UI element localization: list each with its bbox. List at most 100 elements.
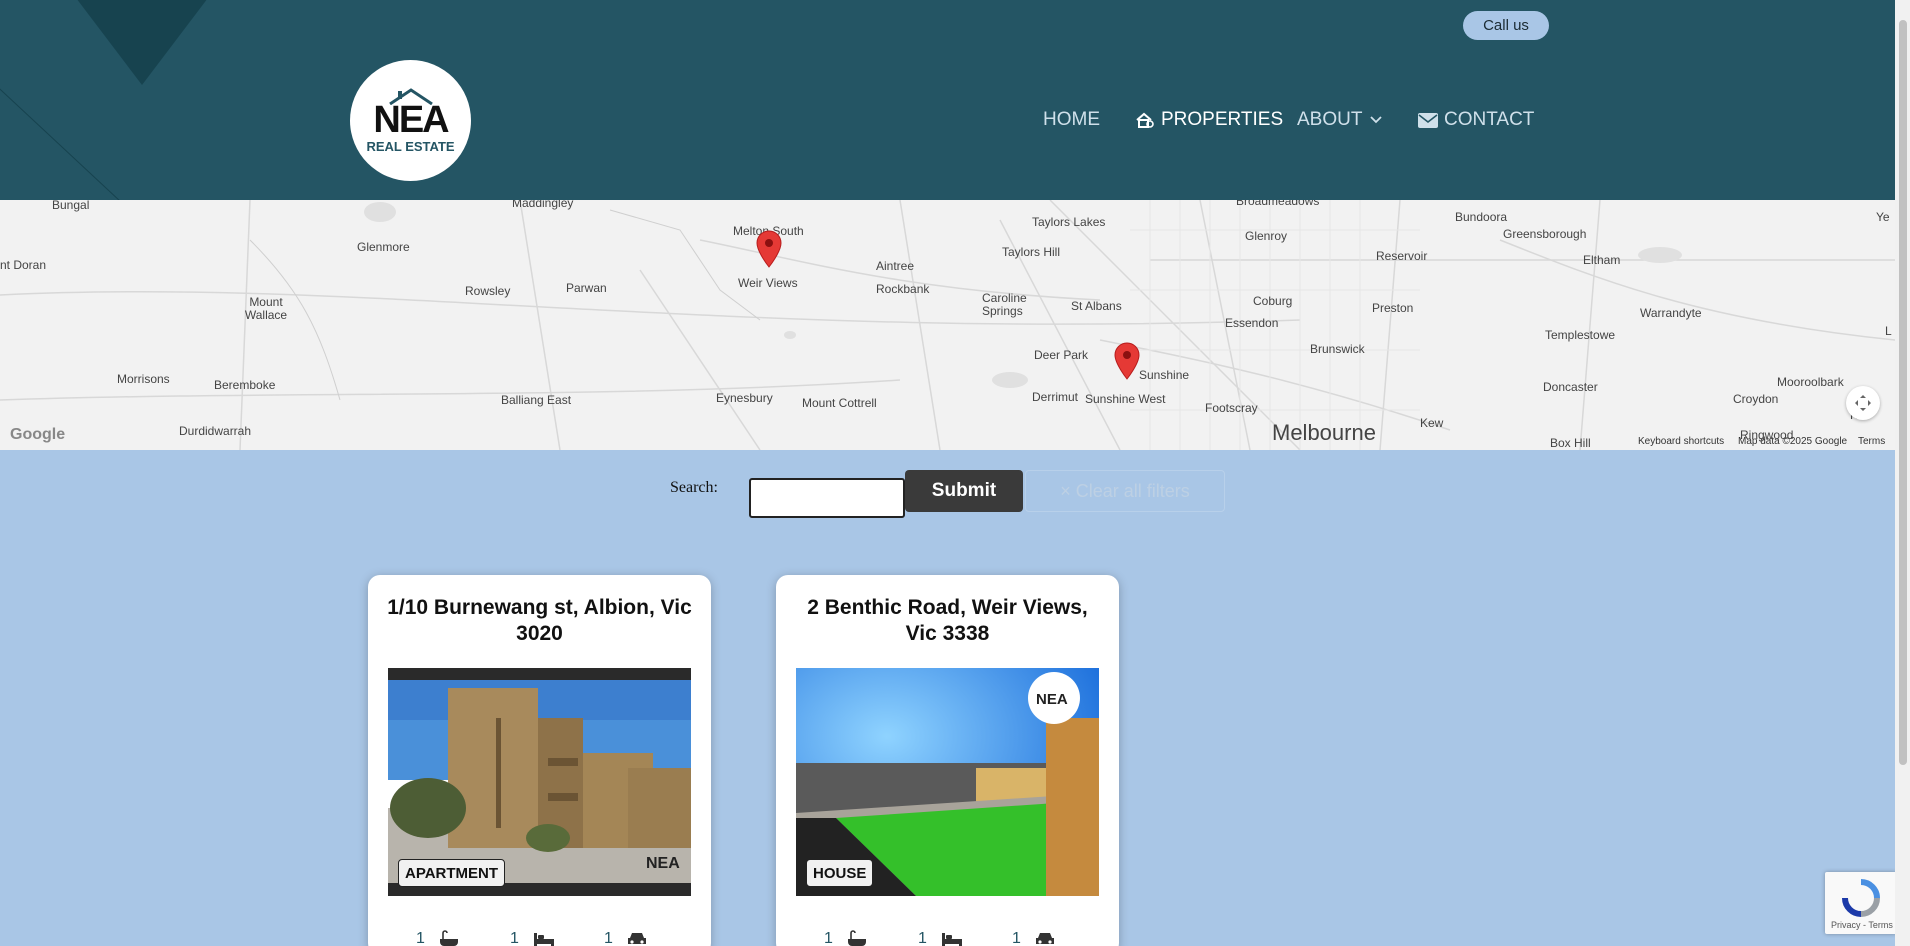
decorative-triangle — [70, 0, 214, 85]
nav-contact[interactable]: CONTACT — [1418, 108, 1534, 132]
fullscreen-button[interactable] — [1846, 386, 1880, 420]
map-pin-icon[interactable] — [1114, 342, 1140, 380]
place-label: Derrimut — [1032, 390, 1079, 404]
house-search-icon — [1136, 112, 1154, 128]
bedrooms-count: 1 — [918, 930, 927, 946]
place-label: Doncaster — [1543, 380, 1598, 394]
search-input[interactable] — [749, 478, 905, 518]
place-label: Eynesbury — [716, 391, 773, 405]
nav-about[interactable]: ABOUT — [1297, 108, 1383, 132]
place-label: Broadmeadows — [1236, 200, 1320, 208]
place-label: Mount Cottrell — [802, 396, 877, 410]
place-label: Mount Wallace — [244, 295, 288, 322]
nav-contact-label: CONTACT — [1444, 109, 1535, 130]
place-label: Ye — [1876, 210, 1890, 224]
map-keyboard-shortcuts-link[interactable]: Keyboard shortcuts — [1638, 436, 1724, 447]
bathrooms-stat: 1 — [824, 930, 867, 946]
map-data-attribution: Map data ©2025 Google — [1738, 436, 1848, 447]
property-card[interactable]: 1/10 Burnewang st, Albion, Vic 3020 NEA … — [368, 575, 711, 946]
site-logo[interactable]: NEA REAL ESTATE — [350, 60, 471, 181]
parking-count: 1 — [1012, 930, 1021, 946]
place-label: Weir Views — [738, 276, 798, 290]
place-label: Essendon — [1225, 316, 1279, 330]
property-title[interactable]: 1/10 Burnewang st, Albion, Vic 3020 — [386, 595, 693, 647]
parking-stat: 1 — [604, 930, 647, 946]
place-label: Glenroy — [1245, 229, 1288, 243]
fullscreen-icon — [1855, 395, 1871, 411]
place-label: Parwan — [566, 281, 607, 295]
bed-icon — [533, 933, 554, 946]
svg-text:NEA: NEA — [646, 855, 680, 872]
bedrooms-stat: 1 — [510, 930, 555, 946]
place-label: Greensborough — [1503, 227, 1587, 241]
call-us-button[interactable]: Call us — [1463, 11, 1549, 40]
property-card[interactable]: 2 Benthic Road, Weir Views, Vic 3338 NEA… — [776, 575, 1119, 946]
place-label: Morrisons — [117, 372, 170, 386]
place-label: Mooroolbark — [1777, 375, 1844, 389]
bathrooms-stat: 1 — [416, 930, 459, 946]
recaptcha-links[interactable]: Privacy - Terms — [1831, 920, 1893, 930]
place-label: Bungal — [52, 200, 90, 212]
property-photo[interactable]: NEA APARTMENT — [388, 668, 691, 896]
place-label: Reservoir — [1376, 249, 1428, 263]
place-label: St Albans — [1071, 299, 1122, 313]
property-photo[interactable]: NEA HOUSE — [796, 668, 1099, 896]
nav-about-label: ABOUT — [1297, 109, 1363, 130]
bed-icon — [941, 933, 962, 946]
bath-icon — [439, 930, 458, 946]
bathrooms-count: 1 — [416, 930, 425, 946]
place-label: Deer Park — [1034, 348, 1089, 362]
property-stats: 1 1 1 — [796, 930, 1099, 946]
place-label: Preston — [1372, 301, 1414, 315]
place-label: Taylors Hill — [1002, 245, 1061, 259]
envelope-icon — [1418, 112, 1438, 128]
clear-filters-button[interactable]: × Clear all filters — [1025, 470, 1225, 512]
place-label: Kew — [1420, 416, 1444, 430]
nav-properties[interactable]: PROPERTIES — [1135, 108, 1283, 132]
property-stats: 1 1 1 — [388, 930, 691, 946]
logo-mark: NEA — [373, 99, 449, 141]
place-label: Rowsley — [465, 284, 511, 298]
recaptcha-badge[interactable]: Privacy - Terms — [1825, 872, 1897, 934]
nav-properties-label: PROPERTIES — [1161, 109, 1284, 130]
place-label: Sunshine — [1139, 368, 1190, 382]
car-icon — [627, 933, 646, 944]
nav-home[interactable]: HOME — [1043, 108, 1100, 132]
map-pin-icon[interactable] — [756, 230, 782, 268]
place-label: Beremboke — [214, 378, 276, 392]
place-label: Maddingley — [512, 200, 574, 210]
place-label: nt Doran — [0, 258, 47, 272]
car-icon — [1035, 933, 1054, 944]
place-label: Aintree — [876, 259, 915, 273]
bathrooms-count: 1 — [824, 930, 833, 946]
submit-button[interactable]: Submit — [905, 470, 1023, 512]
map-roads — [0, 200, 1895, 450]
property-title[interactable]: 2 Benthic Road, Weir Views, Vic 3338 — [794, 595, 1101, 647]
property-map[interactable]: Bungal Maddingley Melton South Weir View… — [0, 200, 1895, 450]
parking-stat: 1 — [1012, 930, 1055, 946]
place-label: Caroline Springs — [982, 291, 1027, 318]
place-label: Templestowe — [1545, 328, 1616, 342]
place-label: Bundoora — [1455, 210, 1508, 224]
place-label: Sunshine West — [1085, 392, 1166, 406]
decorative-line — [0, 70, 127, 200]
svg-text:NEA: NEA — [1036, 691, 1068, 708]
place-label: Coburg — [1253, 294, 1293, 308]
place-label-city: Melbourne — [1272, 420, 1376, 445]
bedrooms-count: 1 — [510, 930, 519, 946]
place-label: Eltham — [1583, 253, 1621, 267]
place-label: Rockbank — [876, 282, 930, 296]
map-terms-link[interactable]: Terms — [1858, 436, 1885, 447]
place-label: Taylors Lakes — [1032, 215, 1106, 229]
scrollbar-thumb[interactable] — [1899, 20, 1907, 765]
google-logo[interactable]: Google — [10, 426, 65, 444]
place-label: Box Hill — [1550, 436, 1591, 450]
place-label: Balliang East — [501, 393, 572, 407]
place-label: Durdidwarrah — [179, 424, 252, 438]
parking-count: 1 — [604, 930, 613, 946]
recaptcha-icon — [1842, 879, 1880, 917]
site-header: Call us NEA REAL ESTATE HOME PROPERTIES … — [0, 0, 1895, 200]
place-label: Brunswick — [1310, 342, 1365, 356]
page-scrollbar[interactable] — [1895, 0, 1910, 946]
bedrooms-stat: 1 — [918, 930, 963, 946]
